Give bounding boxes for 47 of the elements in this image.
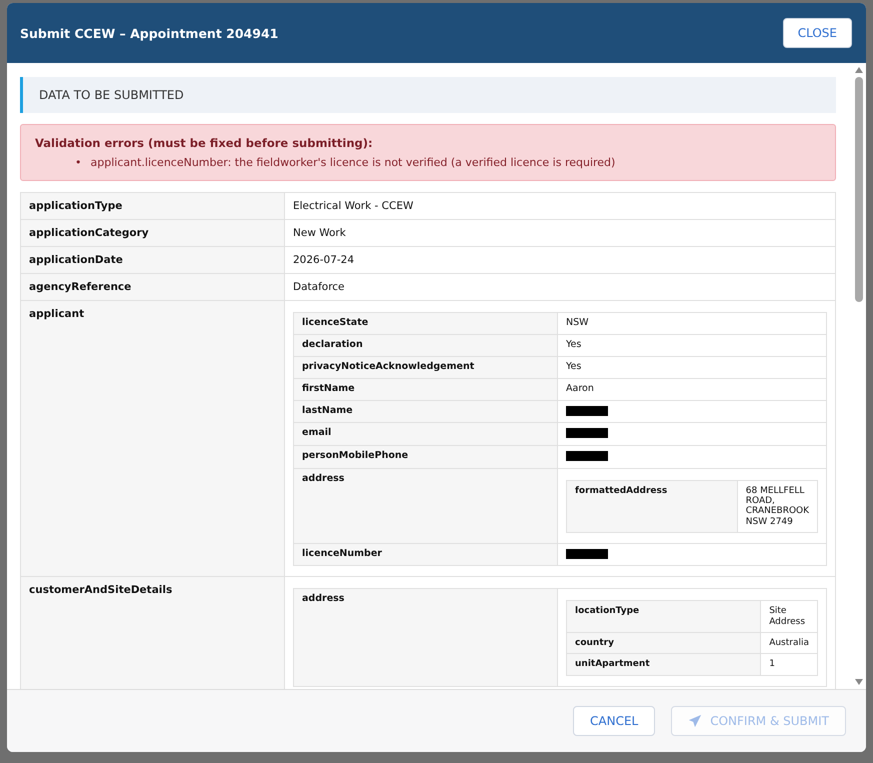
field-name-cell: firstName (294, 378, 558, 400)
field-name-cell: licenceNumber (294, 543, 558, 566)
field-value-cell: Yes (558, 334, 826, 357)
field-value-cell: Australia (760, 632, 818, 654)
field-name-cell: formattedAddress (566, 480, 738, 532)
field-name-cell: address (294, 468, 558, 544)
bullet: • (75, 156, 82, 170)
field-name-cell: lastName (294, 400, 558, 423)
field-name-cell: licenceState (294, 312, 558, 335)
close-button[interactable]: CLOSE (782, 18, 852, 48)
field-name-cell: email (294, 422, 558, 446)
field-name-cell: country (566, 632, 761, 654)
field-value-cell: 1 (760, 654, 818, 676)
field-name-cell: personMobilePhone (294, 446, 558, 468)
field-name-cell: applicant (20, 300, 284, 577)
send-icon (688, 714, 702, 728)
field-value-cell: 68 MELLFELL ROAD, CRANEBROOK NSW 2749 (737, 480, 818, 532)
scroll-thumb[interactable] (855, 77, 863, 302)
redaction-bar (566, 451, 608, 461)
dialog-title: Submit CCEW – Appointment 204941 (20, 26, 278, 40)
field-name-cell: privacyNoticeAcknowledgement (294, 356, 558, 379)
field-value-cell: New Work (284, 220, 836, 247)
field-value-cell: Electrical Work - CCEW (284, 192, 836, 220)
field-name-cell: address (294, 588, 558, 686)
field-value-cell: Aaron (558, 378, 826, 400)
field-name-cell: agencyReference (20, 274, 284, 301)
field-value-cell: NSW (558, 312, 826, 335)
field-name-cell: applicationCategory (20, 220, 284, 247)
error-message: applicant.licenceNumber: the fieldworker's licence is not verified (a verified licence is required) (90, 156, 616, 170)
section-title: DATA TO BE SUBMITTED (39, 88, 184, 102)
scroll-down-icon[interactable] (855, 679, 863, 685)
field-value-cell: 2026-07-24 (284, 246, 836, 274)
field-value-cell: Site Address (760, 600, 818, 633)
field-value-cell: Dataforce (284, 274, 836, 301)
field-name-cell: applicationType (20, 192, 284, 220)
field-value-cell: Yes (558, 356, 826, 379)
field-name-cell: unitApartment (566, 654, 761, 676)
scroll-up-icon[interactable] (855, 67, 863, 73)
field-name-cell: applicationDate (20, 246, 284, 274)
redaction-bar (566, 548, 608, 559)
redaction-bar (566, 428, 608, 438)
redaction-bar (566, 406, 608, 416)
cancel-button[interactable]: CANCEL (573, 706, 656, 736)
field-name-cell: declaration (294, 334, 558, 357)
field-name-cell: customerAndSiteDetails (20, 576, 284, 689)
field-name-cell: locationType (566, 600, 761, 633)
error-heading: Validation errors (must be fixed before submitting): (35, 136, 374, 150)
